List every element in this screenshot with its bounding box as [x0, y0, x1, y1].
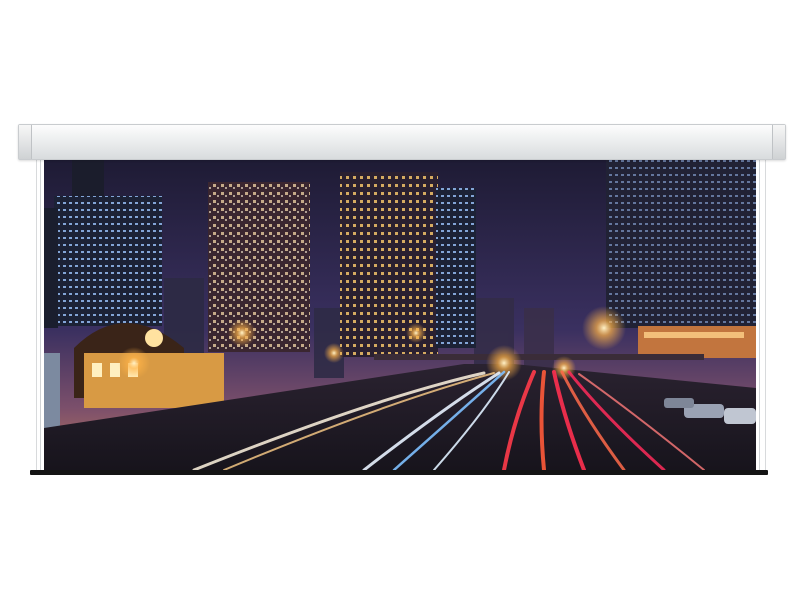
screen-weight-bar	[30, 470, 768, 475]
tension-wire-right	[759, 158, 760, 472]
tower-center-right	[436, 188, 476, 348]
city-night-scene	[44, 158, 756, 470]
tower-right	[606, 158, 756, 328]
tension-wire-left	[40, 158, 41, 472]
product-image	[0, 0, 800, 600]
overpass	[374, 354, 704, 360]
housing-end-cap-left	[19, 125, 32, 159]
screen-housing	[18, 124, 786, 160]
housing-end-cap-right	[772, 125, 785, 159]
low-building-right	[638, 326, 756, 358]
tower-center-left	[208, 182, 310, 352]
